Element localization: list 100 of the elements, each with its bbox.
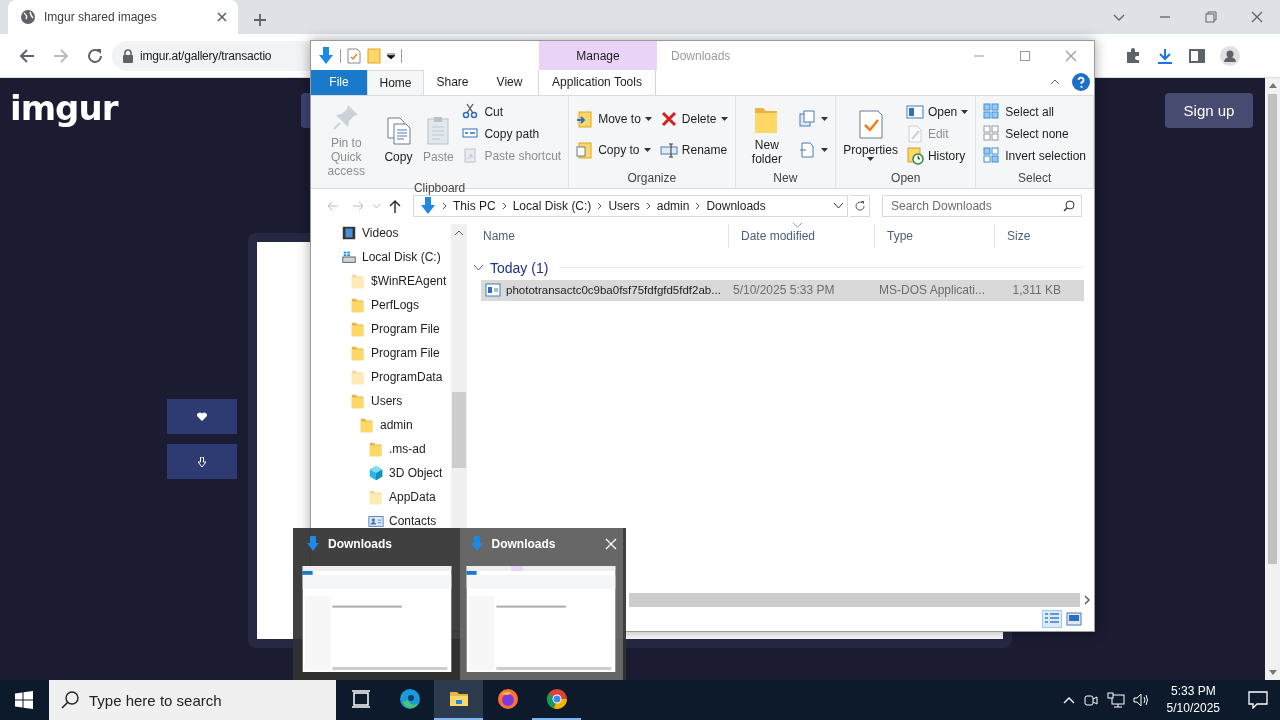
- tree-item[interactable]: ProgramData: [350, 368, 451, 385]
- ribbon-button[interactable]: Delete: [656, 107, 731, 130]
- ribbon-button[interactable]: Rename: [656, 138, 731, 161]
- breadcrumb-item[interactable]: Downloads: [706, 198, 766, 213]
- tree-item[interactable]: Contacts: [368, 512, 451, 529]
- column-header[interactable]: Name: [471, 223, 729, 248]
- network-icon[interactable]: [1106, 692, 1125, 708]
- group-header[interactable]: Today (1): [471, 255, 1084, 280]
- caret-down-icon[interactable]: [834, 203, 843, 209]
- arrow-up-icon[interactable]: [455, 229, 463, 235]
- like-button[interactable]: [167, 399, 237, 434]
- type-cell-text: MS-DOS Applicati...: [878, 283, 987, 298]
- ribbon-tab[interactable]: Home: [367, 70, 424, 95]
- tree-item[interactable]: Videos: [341, 224, 451, 241]
- scrollbar[interactable]: [451, 223, 467, 529]
- ribbon-tab[interactable]: File: [311, 70, 367, 95]
- download-icon[interactable]: [1156, 46, 1174, 65]
- tree-item[interactable]: Program File: [350, 344, 451, 361]
- window-thumbnail[interactable]: Downloads: [459, 528, 623, 680]
- checklist-icon[interactable]: [347, 47, 361, 64]
- delete-icon: [659, 109, 678, 128]
- caret-down-icon[interactable]: [387, 52, 395, 59]
- tree-item[interactable]: AppData: [368, 488, 451, 505]
- details-view-button[interactable]: [1042, 610, 1062, 629]
- tree-item[interactable]: .ms-ad: [368, 440, 451, 457]
- taskbar-search-field[interactable]: Type here to search: [49, 680, 336, 720]
- browser-tab[interactable]: Imgur shared images: [8, 0, 238, 34]
- ribbon-button[interactable]: New folder: [739, 100, 795, 168]
- scrollbar[interactable]: [629, 593, 1080, 608]
- speaker-icon[interactable]: [1132, 692, 1151, 708]
- file-row[interactable]: phototransactc0c9ba0fsf75fdfgfd5fdf2ab... 5/10/2025 5:33 PM MS-DOS Applicati... 1,311 KB: [481, 279, 1084, 301]
- restore-icon[interactable]: [1205, 11, 1217, 23]
- close-icon[interactable]: [1251, 11, 1263, 23]
- site-logo[interactable]: imgur: [10, 88, 118, 128]
- caret-down-icon: [961, 109, 969, 114]
- windows-icon[interactable]: [15, 691, 33, 709]
- tree-item[interactable]: PerfLogs: [350, 296, 451, 313]
- tree-item[interactable]: Users: [350, 392, 451, 409]
- clock[interactable]: 5:33 PM 5/10/2025: [1166, 683, 1220, 717]
- column-header[interactable]: Date modified: [729, 223, 875, 248]
- folder-icon: [359, 416, 375, 433]
- tree-item[interactable]: Program File: [350, 320, 451, 337]
- ribbon-button[interactable]: Move to: [573, 107, 655, 130]
- close-icon[interactable]: [1065, 50, 1077, 62]
- back-icon[interactable]: [18, 46, 36, 65]
- tree-item[interactable]: $WinREAgent: [350, 272, 451, 289]
- ribbon-button[interactable]: Properties: [840, 105, 901, 163]
- ribbon-button[interactable]: Invert selection: [980, 144, 1089, 167]
- refresh-icon[interactable]: [853, 199, 866, 212]
- ribbon-tab[interactable]: View: [481, 70, 538, 95]
- ribbon-button[interactable]: Copy path: [459, 122, 565, 145]
- plus-icon[interactable]: [252, 12, 268, 28]
- download-arrow-icon[interactable]: [318, 46, 334, 65]
- taskbar-button[interactable]: [434, 680, 483, 720]
- tree-item[interactable]: admin: [359, 416, 451, 433]
- ribbon-button[interactable]: Select none: [980, 122, 1089, 145]
- address-bar[interactable]: This PC Local Disk (C:) Users admin Downloads: [413, 194, 848, 217]
- sign-up-button[interactable]: Sign up: [1165, 92, 1253, 128]
- help-icon[interactable]: [1072, 73, 1090, 92]
- arrow-up-icon[interactable]: [1268, 82, 1277, 88]
- arrow-down-icon[interactable]: [1268, 670, 1277, 676]
- address-bar[interactable]: imgur.at/gallery/transactio: [112, 40, 310, 71]
- tree-item[interactable]: Local Disk (C:): [341, 248, 451, 265]
- collapse-ribbon-icon[interactable]: [1050, 79, 1060, 86]
- ribbon-button[interactable]: Select all: [980, 100, 1089, 123]
- chevron-up-icon[interactable]: [1062, 696, 1075, 704]
- tree-item[interactable]: 3D Object: [368, 464, 451, 481]
- reload-icon[interactable]: [86, 46, 104, 65]
- maximize-icon[interactable]: [1019, 50, 1031, 62]
- sort-icon: [793, 222, 802, 228]
- notification-icon[interactable]: [1248, 691, 1268, 709]
- ribbon-button[interactable]: History: [902, 144, 972, 167]
- ribbon-tab[interactable]: Share: [424, 70, 481, 95]
- scrollbar[interactable]: [1265, 78, 1280, 680]
- select-none-icon: [983, 124, 1002, 143]
- chevron-down-icon: [473, 264, 484, 272]
- select-all-icon: [983, 102, 1002, 121]
- new-item-icon: [799, 109, 818, 128]
- ribbon-button[interactable]: Cut: [459, 100, 565, 123]
- sidebar-icon[interactable]: [1188, 46, 1206, 65]
- breadcrumb-item[interactable]: Users: [608, 198, 640, 213]
- ribbon-button[interactable]: Open: [902, 100, 972, 123]
- profile-icon[interactable]: [1220, 45, 1240, 66]
- camera-icon[interactable]: [1082, 692, 1099, 708]
- column-header[interactable]: Type: [875, 223, 995, 248]
- window-title: Downloads: [671, 48, 731, 63]
- ribbon-tab[interactable]: Application Tools: [538, 70, 656, 95]
- puzzle-icon[interactable]: [1124, 46, 1142, 65]
- ribbon-button[interactable]: Copy to: [573, 138, 655, 161]
- large-icons-view-icon[interactable]: [1066, 612, 1082, 627]
- ribbon-button[interactable]: Copy: [379, 112, 418, 166]
- breadcrumb-item[interactable]: Local Disk (C:): [512, 198, 592, 213]
- breadcrumb-item[interactable]: admin: [656, 198, 690, 213]
- group-label: Clipboard: [412, 179, 467, 196]
- column-header[interactable]: Size: [995, 223, 1073, 248]
- breadcrumb-item[interactable]: This PC: [453, 198, 496, 213]
- window-thumbnail[interactable]: Downloads: [296, 528, 460, 680]
- search-field[interactable]: Search Downloads: [882, 194, 1082, 217]
- scrollbar-thumb[interactable]: [452, 391, 466, 468]
- up-arrow-icon[interactable]: [388, 198, 401, 213]
